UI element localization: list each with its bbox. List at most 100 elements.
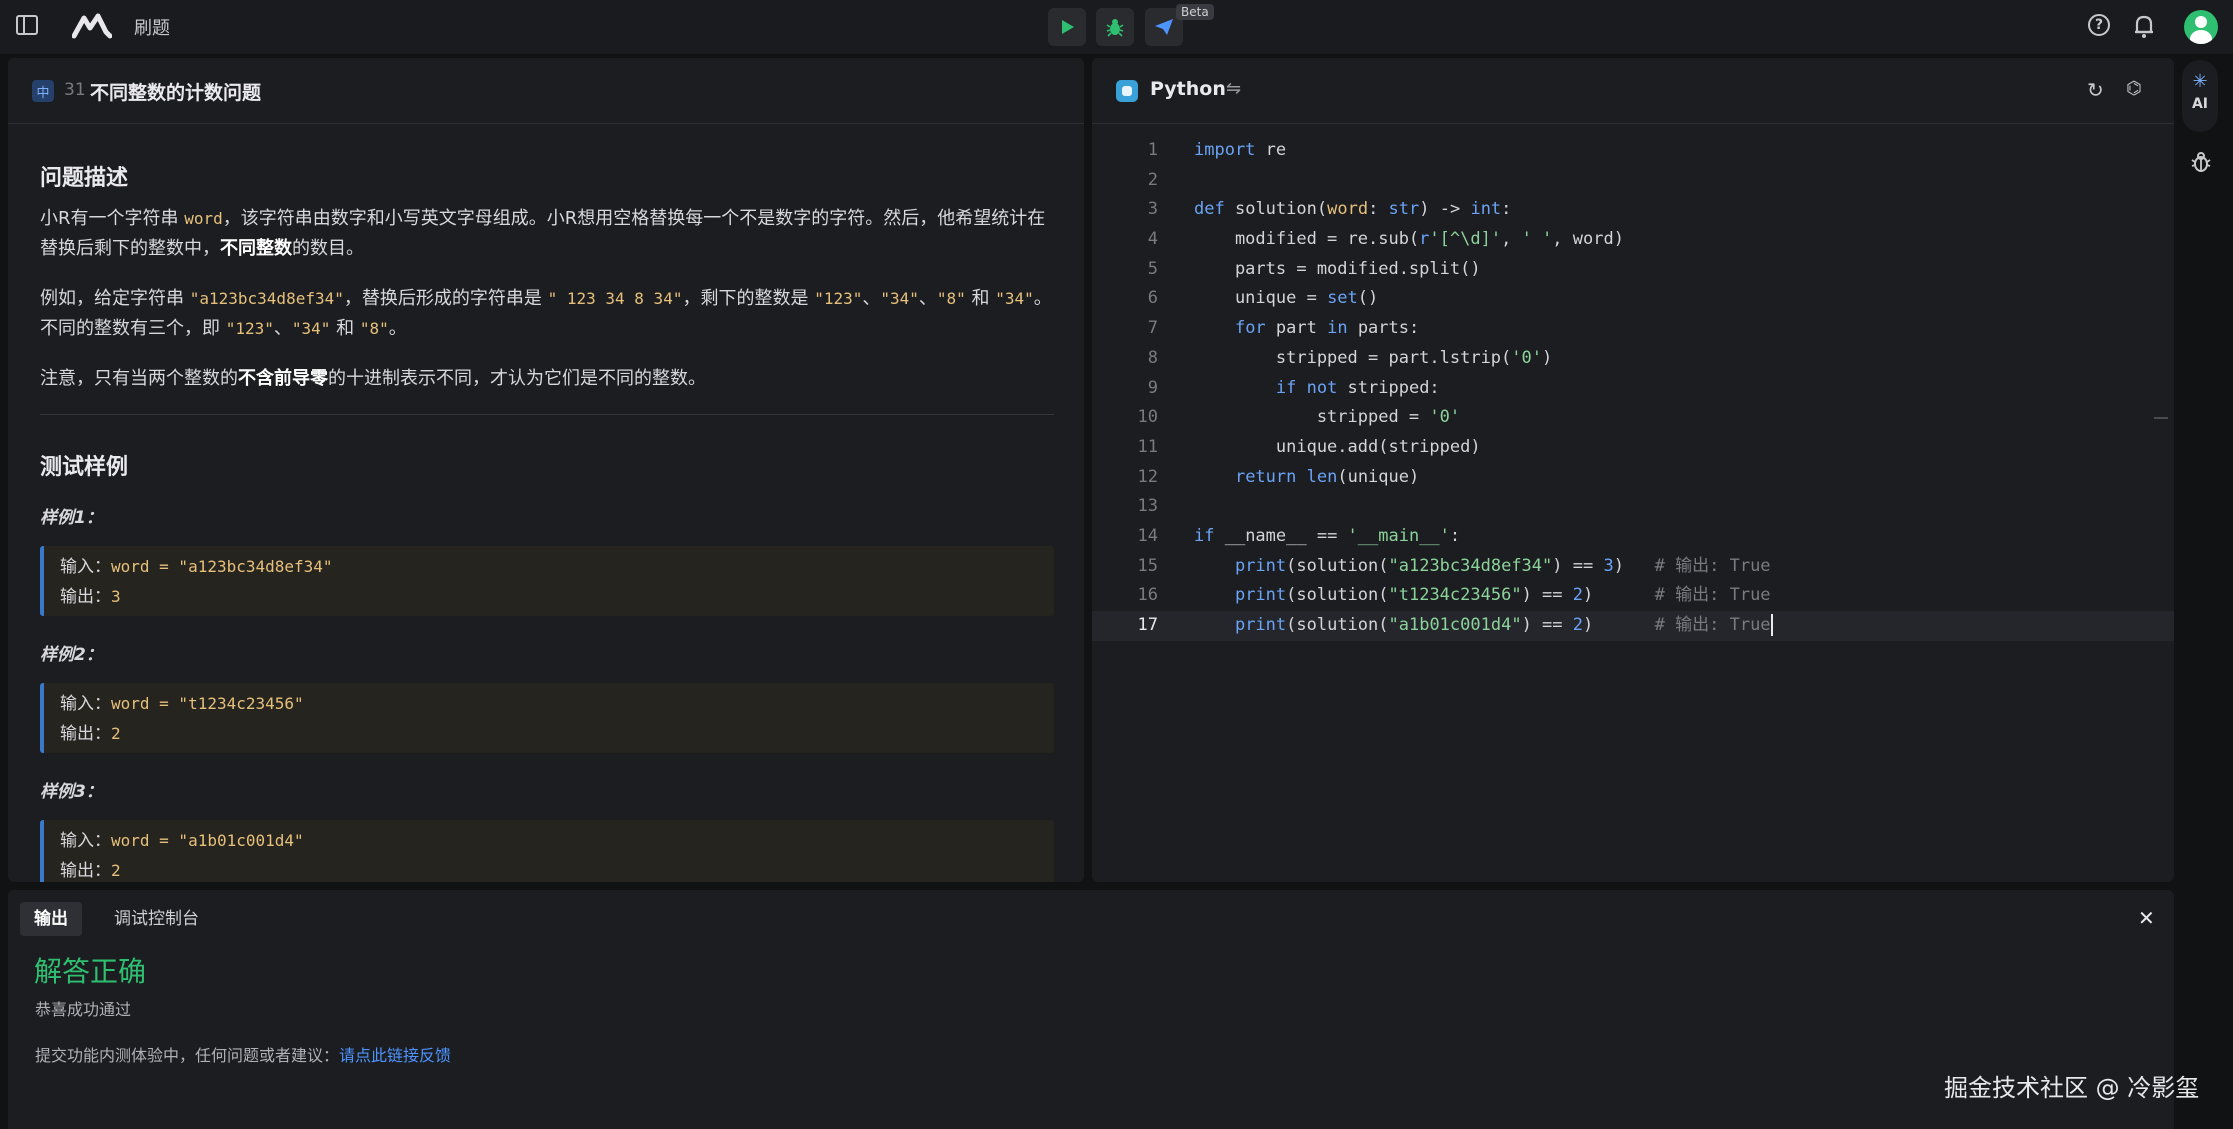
output-label: 输出： (60, 861, 111, 881)
text: ，替换后形成的字符串是 (343, 288, 548, 309)
code-text: modified = re.sub(r'[^\d]', ' ', word) (1194, 229, 1624, 250)
send-icon (1155, 19, 1173, 35)
sidebar-toggle-icon[interactable] (16, 15, 38, 35)
tab-debug-console[interactable]: 调试控制台 (100, 902, 213, 936)
code-text: print(solution("a123bc34d8ef34") == 3) #… (1234, 555, 1771, 576)
inline-code: "8" (359, 319, 389, 338)
text: 注意，只有当两个整数的 (40, 368, 238, 389)
code-line[interactable]: 5 parts = modified.split() (1092, 255, 2174, 285)
sparkle-icon: ✳ (2192, 71, 2208, 92)
sample-output: 输出：2 (60, 719, 1054, 749)
run-button[interactable] (1048, 8, 1086, 46)
output-value: 2 (111, 861, 121, 880)
code-line[interactable]: 16 print(solution("t1234c23456") == 2) #… (1092, 581, 2174, 611)
reset-code-icon[interactable]: ↻ (2087, 78, 2104, 102)
format-code-icon[interactable]: ⌬ (2126, 78, 2142, 99)
swap-language-icon[interactable]: ⇋ (1226, 78, 1241, 99)
bug-icon (1106, 19, 1124, 37)
inline-code: word (184, 209, 223, 228)
result-subtext: 恭喜成功通过 (35, 1000, 132, 1019)
code-line[interactable]: 6 unique = set() (1092, 284, 2174, 314)
inline-code: "34" (995, 289, 1034, 308)
output-value: 3 (111, 587, 121, 606)
sample-box: 输入：word = "t1234c23456" 输出：2 (40, 683, 1054, 753)
close-icon[interactable]: ✕ (2138, 906, 2155, 930)
code-line[interactable]: 4 modified = re.sub(r'[^\d]', ' ', word) (1092, 225, 2174, 255)
code-text: for part in parts: (1234, 318, 1420, 339)
output-value: 2 (111, 724, 121, 743)
inline-code: "123" (225, 319, 274, 338)
code-text: unique.add(stripped) (1194, 436, 1481, 457)
logo-icon[interactable] (72, 12, 112, 40)
code-area[interactable]: 1 import re 2 3 def solution(word: str) ->… (1092, 136, 2174, 641)
feedback-text: 提交功能内测体验中，任何问题或者建议：请点此链接反馈 (35, 1042, 451, 1066)
tab-output[interactable]: 输出 (20, 902, 82, 936)
line-number: 13 (1137, 496, 1158, 517)
bug-icon[interactable] (2190, 150, 2212, 174)
debug-button[interactable] (1096, 8, 1134, 46)
code-line[interactable]: 11 unique.add(stripped) (1092, 433, 2174, 463)
code-text: return len(unique) (1234, 466, 1420, 487)
inline-code: "8" (936, 289, 966, 308)
code-line[interactable]: 2 (1092, 166, 2174, 196)
inline-code: "34" (880, 289, 919, 308)
scrollbar-marker[interactable] (2154, 417, 2168, 419)
sample-box: 输入：word = "a123bc34d8ef34" 输出：3 (40, 546, 1054, 616)
text: 、 (918, 288, 937, 309)
input-label: 输入： (60, 557, 111, 577)
problem-panel: 中 31 不同整数的计数问题 问题描述 小R有一个字符串 word，该字符串由数… (8, 58, 1084, 882)
result-status: 解答正确 (34, 955, 147, 988)
line-number: 5 (1147, 258, 1158, 279)
input-label: 输入： (60, 694, 111, 714)
output-label: 输出： (60, 724, 111, 744)
line-number: 12 (1137, 466, 1158, 487)
divider (40, 414, 1054, 415)
code-line[interactable]: 1 import re (1092, 136, 2174, 166)
ai-assistant-button[interactable]: ✳ AI (2182, 60, 2218, 132)
code-text: stripped = '0' (1194, 407, 1461, 428)
line-number: 6 (1147, 288, 1158, 309)
code-line[interactable]: 15 print(solution("a123bc34d8ef34") == 3… (1092, 552, 2174, 582)
code-line[interactable]: 13 (1092, 492, 2174, 522)
line-number: 7 (1147, 318, 1158, 339)
code-text: print(solution("t1234c23456") == 2) # 输出… (1234, 585, 1771, 606)
watermark: 掘金技术社区 @ 冷影玺 (1944, 1074, 2200, 1102)
help-icon[interactable]: ? (2088, 14, 2110, 36)
samples-heading: 测试样例 (40, 455, 129, 480)
code-text: def solution(word: str) -> int: (1194, 199, 1512, 220)
code-line[interactable]: 14 if __name__ == '__main__': (1092, 522, 2174, 552)
sample-input: 输入：word = "a1b01c001d4" (60, 826, 1054, 856)
code-line[interactable]: 10 stripped = '0' (1092, 403, 2174, 433)
description-paragraph-1: 小R有一个字符串 word，该字符串由数字和小写英文字母组成。小R想用空格替换每… (40, 204, 1054, 264)
line-number: 3 (1147, 199, 1158, 220)
code-line-active[interactable]: 17 print(solution("a1b01c001d4") == 2) #… (1092, 611, 2174, 641)
inline-code: "123" (814, 289, 863, 308)
bell-icon[interactable] (2132, 13, 2156, 39)
line-number: 10 (1137, 407, 1158, 428)
sample-label: 样例1： (40, 508, 103, 528)
inline-code: "34" (291, 319, 331, 338)
code-text: print(solution("a1b01c001d4") == 2) # 输出… (1234, 614, 1773, 636)
line-number: 8 (1147, 347, 1158, 368)
avatar[interactable] (2184, 10, 2218, 44)
beta-badge: Beta (1176, 4, 1214, 20)
description-heading: 问题描述 (40, 166, 129, 191)
code-line[interactable]: 12 return len(unique) (1092, 463, 2174, 493)
feedback-link[interactable]: 请点此链接反馈 (339, 1046, 451, 1065)
sample-output: 输出：2 (60, 856, 1054, 882)
line-number: 1 (1147, 140, 1158, 160)
code-line[interactable]: 8 stripped = part.lstrip('0') (1092, 344, 2174, 374)
sample-input: 输入：word = "t1234c23456" (60, 689, 1054, 719)
code-line[interactable]: 7 for part in parts: (1092, 314, 2174, 344)
text: 、 (273, 318, 292, 339)
code-line[interactable]: 3 def solution(word: str) -> int: (1092, 195, 2174, 225)
sample-box: 输入：word = "a1b01c001d4" 输出：2 (40, 820, 1054, 882)
text-caret (1770, 614, 1773, 636)
line-number: 17 (1137, 615, 1158, 635)
text: 例如，给定字符串 (40, 288, 190, 309)
language-selector[interactable]: Python (1150, 78, 1226, 100)
problem-title: 不同整数的计数问题 (90, 82, 262, 104)
ai-label: AI (2191, 96, 2209, 112)
text: 小R有一个字符串 (40, 208, 185, 229)
code-line[interactable]: 9 if not stripped: (1092, 374, 2174, 404)
